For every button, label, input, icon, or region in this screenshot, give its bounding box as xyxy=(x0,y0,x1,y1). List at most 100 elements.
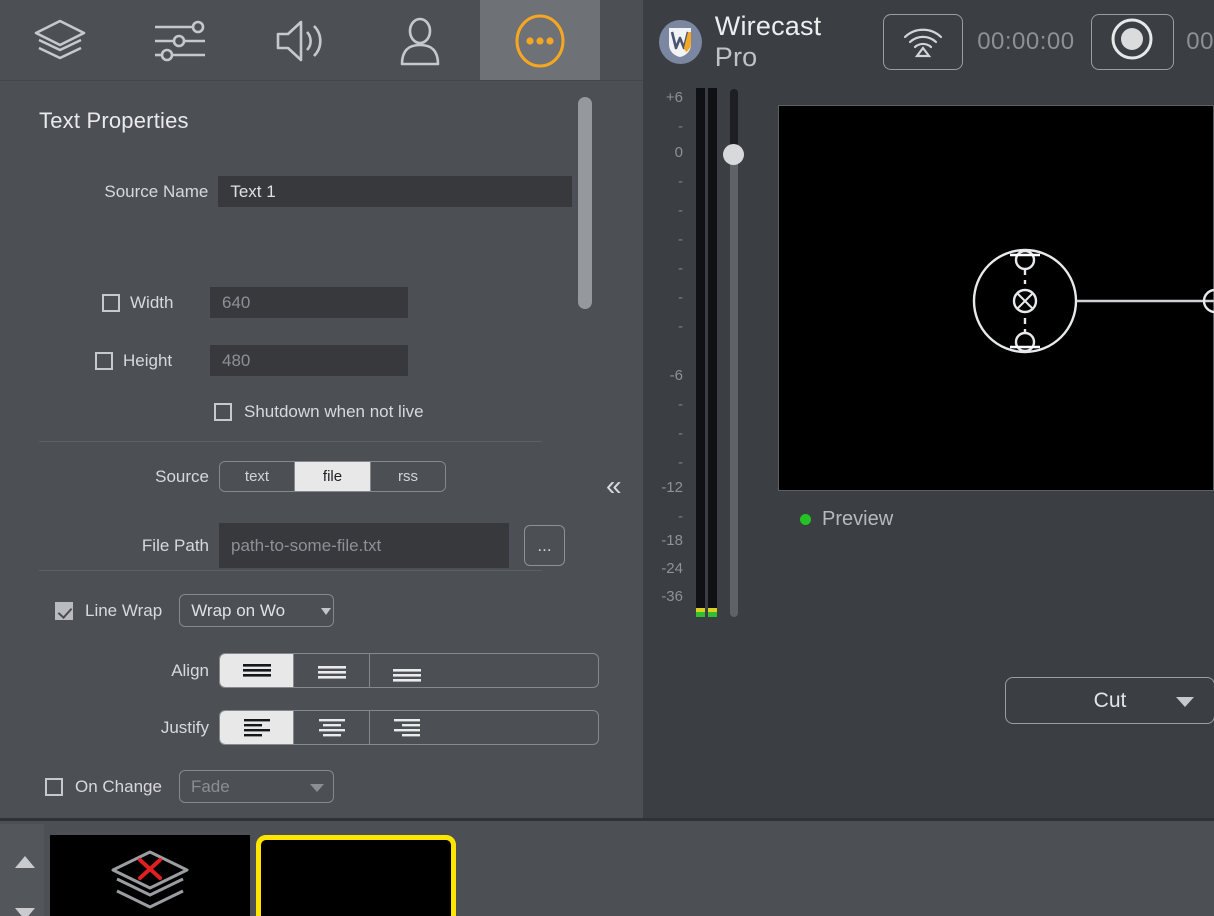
align-option-middle[interactable] xyxy=(294,654,370,687)
toolbar-button-presenter[interactable] xyxy=(360,0,480,81)
app-title: Wirecast Pro xyxy=(715,11,868,73)
source-option-text[interactable]: text xyxy=(220,462,295,491)
audio-fader-knob[interactable] xyxy=(723,144,744,165)
toolbar-button-layers[interactable] xyxy=(0,0,120,81)
source-segmented-control[interactable]: text file rss xyxy=(219,461,446,492)
on-change-row: On Change Fade xyxy=(45,770,334,803)
meter-tick: - xyxy=(643,173,683,190)
source-name-label: Source Name xyxy=(39,182,208,202)
file-browse-button[interactable]: ... xyxy=(524,525,565,566)
shot-thumbnail-2[interactable] xyxy=(256,835,456,916)
speaker-icon xyxy=(274,17,326,65)
meter-tick: - xyxy=(643,454,683,471)
on-change-value: Fade xyxy=(191,777,230,797)
file-path-label: File Path xyxy=(39,536,209,556)
chevron-down-icon xyxy=(321,608,331,615)
collapse-panel-button[interactable]: « xyxy=(606,472,622,500)
line-wrap-checkbox[interactable] xyxy=(55,602,73,620)
scroll-up-icon[interactable] xyxy=(15,856,35,868)
shot-bar xyxy=(0,818,1214,916)
chevron-down-icon[interactable] xyxy=(1176,697,1194,707)
justify-segmented-control[interactable] xyxy=(219,710,599,745)
layers-icon xyxy=(32,16,88,66)
justify-row: Justify xyxy=(39,710,599,745)
meter-label-minus24: -24 xyxy=(643,560,683,577)
width-checkbox[interactable] xyxy=(102,294,120,312)
layers-missing-icon xyxy=(107,846,193,916)
source-option-file[interactable]: file xyxy=(295,462,371,491)
on-change-dropdown[interactable]: Fade xyxy=(179,770,334,803)
toolbar-button-more-options[interactable] xyxy=(480,0,600,81)
preview-canvas[interactable] xyxy=(778,105,1214,491)
justify-option-left[interactable] xyxy=(220,711,294,744)
meter-tick: - xyxy=(643,231,683,248)
transform-handle-icon xyxy=(779,106,1214,492)
meter-tick: - xyxy=(643,508,683,525)
source-option-rss[interactable]: rss xyxy=(371,462,445,491)
meter-tick: - xyxy=(643,118,683,135)
shutdown-checkbox[interactable] xyxy=(214,403,232,421)
preview-label-text: Preview xyxy=(822,508,893,531)
meter-tick: - xyxy=(643,396,683,413)
shot-scroll-controls[interactable] xyxy=(0,824,44,916)
on-change-label: On Change xyxy=(75,777,162,797)
line-wrap-row: Line Wrap Wrap on Wo xyxy=(55,594,334,627)
align-top-icon xyxy=(237,660,277,682)
shutdown-row[interactable]: Shutdown when not live xyxy=(214,402,424,422)
audio-meter: +6 - 0 - - - - - - -6 - - - -12 - -18 -2… xyxy=(643,83,763,643)
align-option-bottom[interactable] xyxy=(370,654,444,687)
meter-tick: - xyxy=(643,425,683,442)
status-dot-icon xyxy=(800,514,811,525)
meter-bar-left xyxy=(696,88,705,617)
meter-label-plus6: +6 xyxy=(643,89,683,106)
justify-label: Justify xyxy=(39,718,209,738)
preview-status: Preview xyxy=(800,508,893,531)
app-titlebar: Wirecast Pro 00:00:00 xyxy=(643,0,1214,83)
inspector-body: Text Properties Source Name Text 1 Width… xyxy=(0,81,643,818)
line-wrap-value: Wrap on Wo xyxy=(191,601,285,621)
align-middle-icon xyxy=(312,660,352,682)
transition-button[interactable]: Cut xyxy=(1005,677,1214,724)
height-input[interactable]: 480 xyxy=(210,345,408,376)
inspector-scrollbar-thumb[interactable] xyxy=(578,97,592,309)
on-change-checkbox[interactable] xyxy=(45,778,63,796)
wirecast-window: Text Properties Source Name Text 1 Width… xyxy=(0,0,1214,916)
toolbar-button-adjustments[interactable] xyxy=(120,0,240,81)
justify-option-center[interactable] xyxy=(294,711,370,744)
align-segmented-control[interactable] xyxy=(219,653,599,688)
transition-label: Cut xyxy=(1094,689,1127,713)
align-option-top[interactable] xyxy=(220,654,294,687)
scroll-down-icon[interactable] xyxy=(15,908,35,916)
record-button[interactable] xyxy=(1091,14,1175,70)
line-wrap-dropdown[interactable]: Wrap on Wo xyxy=(179,594,334,627)
height-label: Height xyxy=(123,351,210,371)
shot-thumbnail-1[interactable] xyxy=(50,835,250,916)
file-path-input[interactable]: path-to-some-file.txt xyxy=(219,523,509,568)
inspector-panel: Text Properties Source Name Text 1 Width… xyxy=(0,0,643,818)
file-path-row: File Path path-to-some-file.txt ... xyxy=(39,523,565,568)
person-icon xyxy=(395,16,445,66)
height-checkbox[interactable] xyxy=(95,352,113,370)
record-icon xyxy=(1109,16,1155,67)
width-label: Width xyxy=(130,293,210,313)
page-title: Text Properties xyxy=(39,108,189,134)
broadcast-button[interactable] xyxy=(883,14,963,70)
meter-label-minus18: -18 xyxy=(643,532,683,549)
source-name-input[interactable]: Text 1 xyxy=(218,176,572,207)
justify-option-right[interactable] xyxy=(370,711,444,744)
meter-label-minus6: -6 xyxy=(643,367,683,384)
toolbar-button-audio[interactable] xyxy=(240,0,360,81)
source-name-row: Source Name Text 1 xyxy=(39,176,572,207)
meter-tick: - xyxy=(643,202,683,219)
align-label: Align xyxy=(39,661,209,681)
audio-fader-track[interactable] xyxy=(730,89,738,617)
width-input[interactable]: 640 xyxy=(210,287,408,318)
divider-source xyxy=(39,441,542,442)
meter-label-minus12: -12 xyxy=(643,479,683,496)
meter-tick: - xyxy=(643,289,683,306)
more-options-icon xyxy=(513,12,567,70)
source-label: Source xyxy=(39,467,209,487)
app-name-label: Wirecast xyxy=(715,11,822,41)
height-row: Height 480 xyxy=(39,345,413,376)
inspector-toolbar xyxy=(0,0,643,81)
